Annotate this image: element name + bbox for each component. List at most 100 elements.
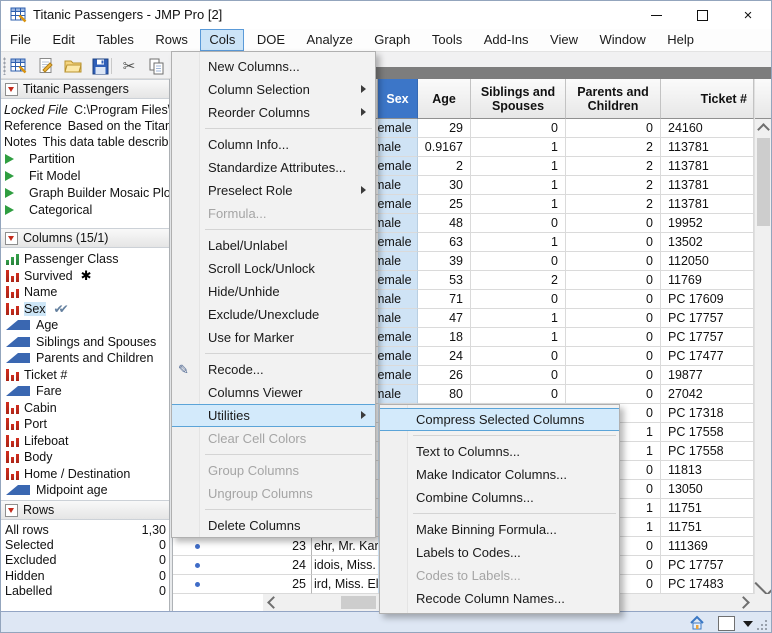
modeling-type-icon[interactable] xyxy=(6,467,19,480)
modeling-type-icon[interactable] xyxy=(6,401,19,414)
modeling-type-icon[interactable] xyxy=(6,353,30,364)
cell-parents[interactable]: 2 xyxy=(566,195,661,214)
cell-ticket[interactable]: 27042 xyxy=(661,385,754,404)
cell-siblings[interactable]: 1 xyxy=(471,233,566,252)
cell-age[interactable]: 29 xyxy=(418,119,471,138)
cell-ticket[interactable]: PC 17558 xyxy=(661,423,754,442)
red-triangle-menu-icon[interactable] xyxy=(5,231,18,245)
cell-age[interactable]: 0.9167 xyxy=(418,138,471,157)
menu-item[interactable] xyxy=(172,450,375,459)
column-list-item[interactable]: Passenger Class xyxy=(1,251,169,268)
column-name[interactable]: Name xyxy=(24,285,57,299)
cell-ticket[interactable]: PC 17318 xyxy=(661,404,754,423)
cell-sex[interactable]: male xyxy=(378,252,418,271)
menubar-item[interactable]: Rows xyxy=(146,29,197,51)
cell-ticket[interactable]: 13502 xyxy=(661,233,754,252)
cell-ticket[interactable]: 113781 xyxy=(661,138,754,157)
column-list-item[interactable]: Survived ✱ xyxy=(1,268,169,285)
menu-item[interactable]: Column Info... xyxy=(172,133,375,156)
cell-siblings[interactable]: 0 xyxy=(471,119,566,138)
new-data-table-icon[interactable] xyxy=(8,55,30,77)
cell-sex[interactable]: male xyxy=(378,138,418,157)
cell-ticket[interactable]: PC 17757 xyxy=(661,328,754,347)
menu-item[interactable] xyxy=(172,349,375,358)
modeling-type-icon[interactable] xyxy=(6,336,30,347)
column-name[interactable]: Body xyxy=(24,450,53,464)
cell-name[interactable]: ird, Miss. Ellen xyxy=(312,575,395,594)
cell-siblings[interactable]: 1 xyxy=(471,176,566,195)
cell-sex[interactable]: female xyxy=(378,195,418,214)
modeling-type-icon[interactable] xyxy=(6,253,19,266)
cell-sex[interactable]: female xyxy=(378,157,418,176)
cell-parents[interactable]: 0 xyxy=(566,290,661,309)
cell-ticket[interactable]: PC 17558 xyxy=(661,442,754,461)
menubar-item[interactable]: Add-Ins xyxy=(475,29,538,51)
column-list-item[interactable]: Midpoint age xyxy=(1,482,169,499)
cell-age[interactable]: 71 xyxy=(418,290,471,309)
modeling-type-icon[interactable] xyxy=(6,485,30,496)
cell-age[interactable]: 18 xyxy=(418,328,471,347)
submenu-item[interactable] xyxy=(380,431,619,440)
cell-siblings[interactable]: 1 xyxy=(471,195,566,214)
cell-sex[interactable]: female xyxy=(378,328,418,347)
menubar-item[interactable]: DOE xyxy=(248,29,294,51)
column-name[interactable]: Passenger Class xyxy=(24,252,119,266)
cell-ticket[interactable]: 11751 xyxy=(661,518,754,537)
column-header-sex[interactable]: Sex xyxy=(378,79,418,119)
cell-sex[interactable]: female xyxy=(378,271,418,290)
column-header-siblings[interactable]: Siblings and Spouses xyxy=(471,79,566,119)
close-button[interactable]: × xyxy=(725,1,771,29)
menubar-item[interactable]: Tables xyxy=(87,29,143,51)
column-header-parents[interactable]: Parents and Children xyxy=(566,79,661,119)
cut-icon[interactable]: ✂ xyxy=(118,55,140,77)
column-name[interactable]: Fare xyxy=(36,384,62,398)
column-name[interactable]: Sex xyxy=(24,301,46,316)
cell-parents[interactable]: 0 xyxy=(566,271,661,290)
cell-ticket[interactable]: 11751 xyxy=(661,499,754,518)
copy-icon[interactable] xyxy=(145,55,167,77)
menu-item[interactable]: Formula... xyxy=(172,202,375,225)
home-icon[interactable] xyxy=(689,615,705,632)
row-stat[interactable]: Excluded 0 xyxy=(1,553,169,568)
submenu-item[interactable]: Make Indicator Columns... xyxy=(380,463,619,486)
submenu-item[interactable]: Combine Columns... xyxy=(380,486,619,509)
column-list-item[interactable]: Age xyxy=(1,317,169,334)
marker-swatch[interactable] xyxy=(718,616,735,631)
column-list-item[interactable]: Ticket # xyxy=(1,367,169,384)
cell-ticket[interactable]: 19877 xyxy=(661,366,754,385)
cell-parents[interactable]: 2 xyxy=(566,157,661,176)
column-name[interactable]: Home / Destination xyxy=(24,467,130,481)
menu-item[interactable]: Preselect Role xyxy=(172,179,375,202)
menu-item[interactable]: Exclude/Unexclude xyxy=(172,303,375,326)
menu-item[interactable] xyxy=(172,225,375,234)
menu-item[interactable] xyxy=(172,505,375,514)
column-list-item[interactable]: Fare xyxy=(1,383,169,400)
modeling-type-icon[interactable] xyxy=(6,434,19,447)
cell-age[interactable]: 80 xyxy=(418,385,471,404)
menu-item[interactable]: Reorder Columns xyxy=(172,101,375,124)
table-script-item[interactable]: Partition xyxy=(1,150,169,167)
row-header[interactable]: 25 xyxy=(173,575,312,594)
modeling-type-icon[interactable] xyxy=(6,302,19,315)
cell-parents[interactable]: 0 xyxy=(566,347,661,366)
menubar-item[interactable]: File xyxy=(1,29,40,51)
column-name[interactable]: Siblings and Spouses xyxy=(36,335,156,349)
cell-age[interactable]: 47 xyxy=(418,309,471,328)
red-triangle-menu-icon[interactable] xyxy=(5,82,18,96)
cell-name[interactable]: ehr, Mr. Karl Ho... xyxy=(312,537,411,556)
cell-siblings[interactable]: 2 xyxy=(471,271,566,290)
submenu-item[interactable]: Labels to Codes... xyxy=(380,541,619,564)
cell-age[interactable]: 48 xyxy=(418,214,471,233)
menubar-item[interactable]: Help xyxy=(658,29,703,51)
column-list-item[interactable]: Body xyxy=(1,449,169,466)
maximize-button[interactable] xyxy=(679,1,725,29)
menu-item[interactable]: Standardize Attributes... xyxy=(172,156,375,179)
submenu-item[interactable]: Recode Column Names... xyxy=(380,587,619,610)
submenu-item[interactable] xyxy=(380,509,619,518)
vertical-scrollbar[interactable] xyxy=(754,79,771,597)
column-list-item[interactable]: Siblings and Spouses xyxy=(1,334,169,351)
column-name[interactable]: Survived xyxy=(24,269,73,283)
open-file-icon[interactable] xyxy=(62,55,84,77)
table-script-item[interactable]: Fit Model xyxy=(1,167,169,184)
vertical-scroll-thumb[interactable] xyxy=(757,138,770,226)
